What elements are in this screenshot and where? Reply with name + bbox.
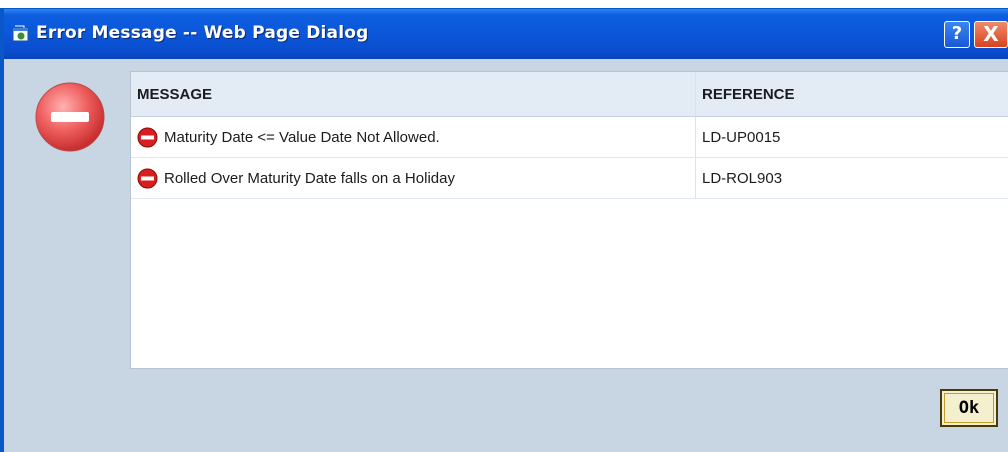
header-message: MESSAGE bbox=[131, 72, 696, 117]
message-panel: MESSAGE REFERENCE Maturity Date <= Value… bbox=[130, 71, 1008, 369]
dialog-window: Error Message -- Web Page Dialog ? X MES… bbox=[0, 8, 1008, 452]
header-reference: REFERENCE bbox=[695, 72, 1008, 117]
help-button[interactable]: ? bbox=[944, 21, 970, 48]
close-button[interactable]: X bbox=[974, 21, 1008, 48]
web-dialog-icon bbox=[12, 25, 29, 42]
stop-icon bbox=[137, 168, 158, 188]
message-text: Rolled Over Maturity Date falls on a Hol… bbox=[164, 169, 455, 187]
window-title: Error Message -- Web Page Dialog bbox=[36, 23, 369, 43]
message-cell: Maturity Date <= Value Date Not Allowed. bbox=[131, 116, 696, 158]
help-icon: ? bbox=[951, 23, 963, 44]
message-table: MESSAGE REFERENCE Maturity Date <= Value… bbox=[131, 72, 1008, 199]
stop-icon bbox=[137, 127, 158, 147]
table-row[interactable]: Rolled Over Maturity Date falls on a Hol… bbox=[131, 157, 1008, 199]
ok-button[interactable]: Ok bbox=[940, 389, 998, 427]
reference-cell: LD-UP0015 bbox=[695, 116, 1008, 158]
reference-cell: LD-ROL903 bbox=[695, 157, 1008, 199]
table-row[interactable]: Maturity Date <= Value Date Not Allowed.… bbox=[131, 116, 1008, 158]
close-icon: X bbox=[983, 22, 999, 46]
error-circle-icon bbox=[35, 82, 105, 152]
title-bar[interactable]: Error Message -- Web Page Dialog ? X bbox=[4, 9, 1008, 59]
table-header-row: MESSAGE REFERENCE bbox=[131, 72, 1008, 117]
message-text: Maturity Date <= Value Date Not Allowed. bbox=[164, 128, 440, 146]
message-cell: Rolled Over Maturity Date falls on a Hol… bbox=[131, 157, 696, 199]
